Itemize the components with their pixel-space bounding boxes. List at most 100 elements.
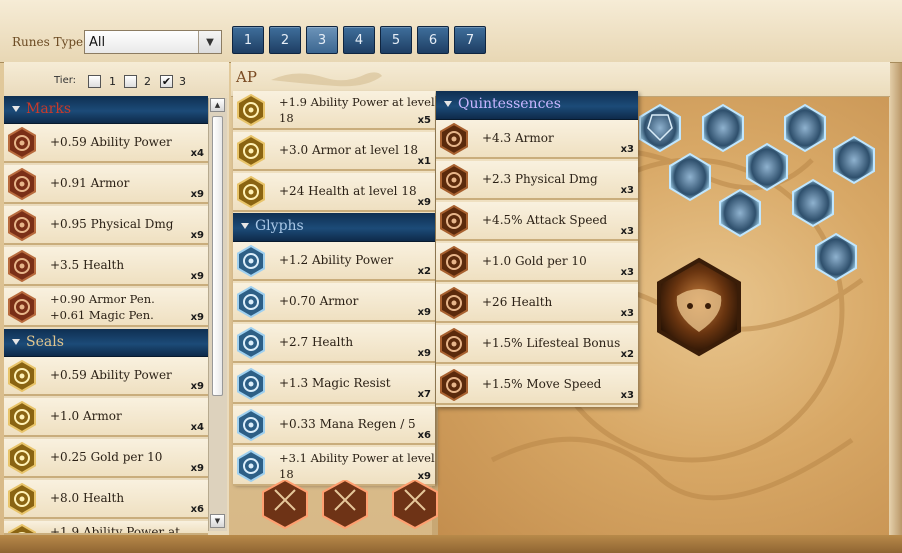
glyph-label: +2.7 Health bbox=[279, 335, 354, 349]
rune-count: x4 bbox=[190, 148, 204, 159]
mark-row[interactable]: +3.5 Health x9 bbox=[4, 247, 208, 286]
top-bar: Runes Type: All ▼ 1 2 3 4 5 6 7 bbox=[0, 0, 902, 63]
rune-page-tabs: 1 2 3 4 5 6 7 bbox=[232, 26, 486, 54]
marks-section-header[interactable]: Marks bbox=[4, 96, 208, 124]
quintessence-label: +26 Health bbox=[482, 295, 553, 309]
quintessence-row[interactable]: +1.5% Move Speed x3 bbox=[436, 366, 638, 405]
rune-count: x7 bbox=[417, 389, 431, 400]
rune-count: x9 bbox=[190, 230, 204, 241]
mark-slot-icon bbox=[262, 480, 308, 530]
mark-row[interactable]: +0.91 Armor x9 bbox=[4, 165, 208, 204]
mark-row[interactable]: +0.90 Armor Pen. +0.61 Magic Pen. x9 bbox=[4, 288, 208, 327]
seal-rune-icon bbox=[6, 359, 38, 393]
quintessence-row[interactable]: +4.5% Attack Speed x3 bbox=[436, 202, 638, 241]
scroll-thumb[interactable] bbox=[212, 116, 223, 396]
mark-slot-icon bbox=[392, 480, 438, 530]
seal-rune-icon bbox=[235, 134, 267, 168]
runes-type-value: All bbox=[89, 35, 106, 50]
glyph-rune-icon bbox=[235, 326, 267, 360]
seal-label: +3.0 Armor at level 18 bbox=[279, 143, 419, 157]
tier-3-checkbox[interactable]: ✔ bbox=[160, 75, 173, 88]
glyph-row[interactable]: +0.33 Mana Regen / 5 x6 bbox=[233, 406, 435, 445]
seal-row[interactable]: +1.9 Ability Power at level 18 x5 bbox=[233, 91, 435, 130]
page-tab-4[interactable]: 4 bbox=[343, 26, 375, 54]
glyphs-title: Glyphs bbox=[255, 218, 304, 234]
collapse-triangle-icon[interactable] bbox=[444, 101, 452, 107]
seal-row[interactable]: +0.25 Gold per 10 x9 bbox=[4, 439, 208, 478]
mark-rune-icon bbox=[6, 249, 38, 283]
tier-1-checkbox[interactable] bbox=[88, 75, 101, 88]
glyph-row[interactable]: +1.2 Ability Power x2 bbox=[233, 242, 435, 281]
glyph-row[interactable]: +1.3 Magic Resist x7 bbox=[233, 365, 435, 404]
page-tab-1[interactable]: 1 bbox=[232, 26, 264, 54]
seal-row[interactable]: +1.9 Ability Power at level bbox=[4, 521, 208, 535]
quint-rune-icon bbox=[438, 163, 470, 197]
rune-count: x9 bbox=[417, 348, 431, 359]
glyph-label: +0.70 Armor bbox=[279, 294, 359, 308]
mark-rune-icon bbox=[6, 167, 38, 201]
seal-label: +0.25 Gold per 10 bbox=[50, 450, 163, 464]
tier-3-label: 3 bbox=[179, 75, 186, 88]
mark-rune-icon bbox=[6, 208, 38, 242]
rune-count: x2 bbox=[620, 349, 634, 360]
mark-row[interactable]: +0.59 Ability Power x4 bbox=[4, 124, 208, 163]
tier-2-checkbox[interactable] bbox=[124, 75, 137, 88]
seal-row[interactable]: +1.0 Armor x4 bbox=[4, 398, 208, 437]
mark-rune-icon bbox=[6, 290, 38, 324]
quintessences-section-header[interactable]: Quintessences bbox=[436, 91, 638, 120]
rune-label-line-1: +0.90 Armor Pen. bbox=[50, 292, 155, 306]
rune-count: x3 bbox=[620, 226, 634, 237]
seal-row[interactable]: +3.0 Armor at level 18 x1 bbox=[233, 132, 435, 171]
rune-count: x9 bbox=[190, 463, 204, 474]
quintessences-title: Quintessences bbox=[458, 96, 561, 112]
rune-count: x3 bbox=[620, 185, 634, 196]
glyph-label: +3.1 Ability Power at level 18 bbox=[279, 450, 435, 482]
rune-count: x9 bbox=[417, 307, 431, 318]
quintessence-label: +4.3 Armor bbox=[482, 131, 554, 145]
quintessence-label: +4.5% Attack Speed bbox=[482, 213, 608, 227]
runes-type-dropdown[interactable]: All ▼ bbox=[84, 30, 222, 54]
collapse-triangle-icon[interactable] bbox=[12, 339, 20, 345]
rune-count: x3 bbox=[620, 308, 634, 319]
quintessence-row[interactable]: +1.5% Lifesteal Bonus x2 bbox=[436, 325, 638, 364]
collapse-triangle-icon[interactable] bbox=[12, 106, 20, 112]
rune-count: x4 bbox=[190, 422, 204, 433]
seal-row[interactable]: +8.0 Health x6 bbox=[4, 480, 208, 519]
seal-row[interactable]: +0.59 Ability Power x9 bbox=[4, 357, 208, 396]
glyph-label: +1.3 Magic Resist bbox=[279, 376, 391, 390]
glyph-rune-icon bbox=[235, 449, 267, 483]
seal-label: +0.59 Ability Power bbox=[50, 368, 172, 382]
seals-section-header[interactable]: Seals bbox=[4, 329, 208, 357]
scroll-down-icon[interactable]: ▼ bbox=[210, 514, 225, 528]
rune-count: x3 bbox=[620, 144, 634, 155]
left-list-scrollbar[interactable]: ▲ ▼ bbox=[208, 98, 227, 531]
quintessence-row[interactable]: +4.3 Armor x3 bbox=[436, 120, 638, 159]
mark-label: +3.5 Health bbox=[50, 258, 125, 272]
glyphs-section-header[interactable]: Glyphs bbox=[233, 213, 435, 242]
marks-title: Marks bbox=[26, 101, 72, 117]
tier-label: Tier: bbox=[54, 75, 77, 86]
mark-row[interactable]: +0.95 Physical Dmg x9 bbox=[4, 206, 208, 245]
rune-count: x3 bbox=[620, 390, 634, 401]
quintessence-row[interactable]: +2.3 Physical Dmg x3 bbox=[436, 161, 638, 200]
glyph-row[interactable]: +2.7 Health x9 bbox=[233, 324, 435, 363]
tier-filter: Tier: 1 2 ✔ 3 bbox=[4, 62, 229, 95]
mark-label: +0.91 Armor bbox=[50, 176, 130, 190]
scroll-up-icon[interactable]: ▲ bbox=[210, 98, 225, 112]
chevron-down-icon[interactable]: ▼ bbox=[198, 31, 221, 53]
page-tab-5[interactable]: 5 bbox=[380, 26, 412, 54]
collapse-triangle-icon[interactable] bbox=[241, 223, 249, 229]
bottom-frame bbox=[0, 535, 902, 553]
rune-count: x6 bbox=[190, 504, 204, 515]
page-name[interactable]: AP bbox=[236, 68, 257, 86]
glyph-row[interactable]: +0.70 Armor x9 bbox=[233, 283, 435, 322]
quintessence-row[interactable]: +26 Health x3 bbox=[436, 284, 638, 323]
page-tab-2[interactable]: 2 bbox=[269, 26, 301, 54]
page-tab-7[interactable]: 7 bbox=[454, 26, 486, 54]
seal-row[interactable]: +24 Health at level 18 x9 bbox=[233, 173, 435, 212]
quintessence-row[interactable]: +1.0 Gold per 10 x3 bbox=[436, 243, 638, 282]
page-tab-6[interactable]: 6 bbox=[417, 26, 449, 54]
mark-label: +0.90 Armor Pen. +0.61 Magic Pen. bbox=[50, 291, 155, 323]
seal-rune-icon bbox=[6, 523, 38, 533]
page-tab-3[interactable]: 3 bbox=[306, 26, 338, 54]
